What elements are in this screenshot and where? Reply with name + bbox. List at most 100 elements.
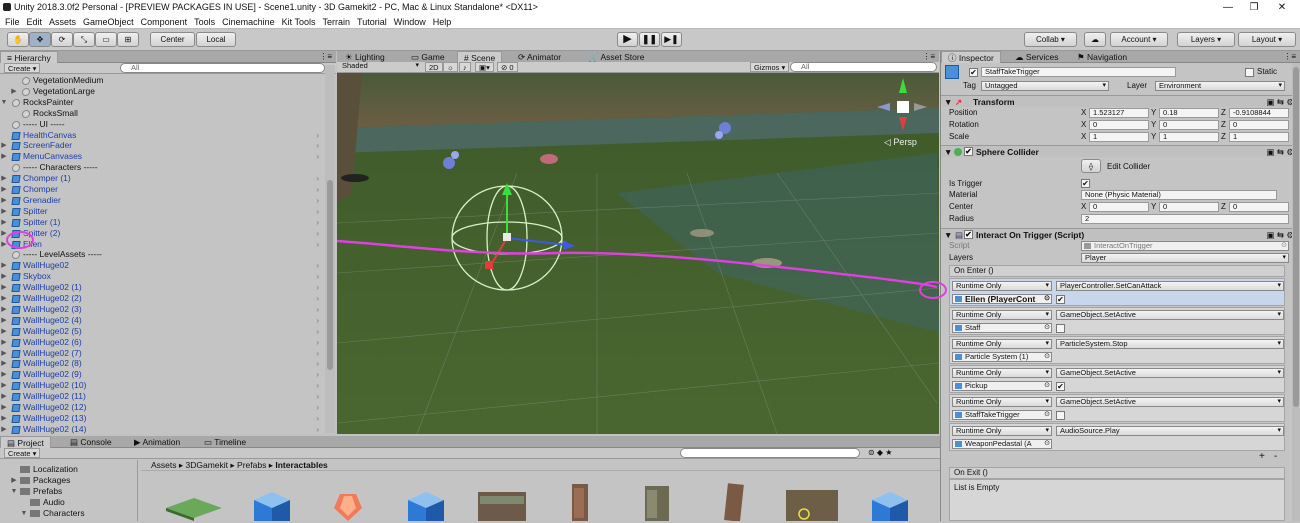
hierarchy-item[interactable]: ▶ WallHuge02 (4) › [0, 315, 325, 326]
collapsed-arrow-icon[interactable]: ▶ [0, 271, 8, 282]
open-prefab-chevron-icon[interactable]: › [316, 326, 319, 337]
collapsed-arrow-icon[interactable]: ▶ [0, 380, 8, 391]
project-folder-item[interactable]: ▼ Prefabs [0, 486, 137, 497]
open-prefab-chevron-icon[interactable]: › [316, 413, 319, 424]
interact-script-header[interactable]: ▼ ▤ ✔ Interact On Trigger (Script) ▣ ⇆ ⚙ [941, 228, 1300, 240]
asset-thumbnail[interactable] [702, 478, 766, 522]
is-trigger-checkbox[interactable]: ✔ [1081, 179, 1090, 188]
gizmos-dropdown[interactable]: Gizmos ▾ [750, 62, 790, 72]
sphere-collider-enabled-checkbox[interactable]: ✔ [964, 147, 973, 156]
open-prefab-chevron-icon[interactable]: › [316, 140, 319, 151]
2d-toggle[interactable]: 2D [425, 62, 443, 72]
function-dropdown[interactable]: AudioSource.Play [1056, 426, 1284, 436]
remove-event-button[interactable]: - [1274, 451, 1277, 462]
runtime-mode-dropdown[interactable]: Runtime Only [952, 339, 1052, 349]
object-picker-icon[interactable]: ⊙ [1044, 324, 1050, 332]
hierarchy-item[interactable]: ▶ WallHuge02 (11) › [0, 391, 325, 402]
layers-mask-dropdown[interactable]: Player [1081, 253, 1289, 263]
rect-tool-button[interactable]: ▭ [95, 32, 117, 47]
scale-tool-button[interactable]: ⤡ [73, 32, 95, 47]
asset-thumbnail[interactable] [548, 478, 612, 521]
static-checkbox[interactable] [1245, 68, 1254, 77]
open-prefab-chevron-icon[interactable]: › [316, 348, 319, 359]
open-prefab-chevron-icon[interactable]: › [316, 358, 319, 369]
collapsed-arrow-icon[interactable]: ▶ [0, 293, 8, 304]
play-button[interactable]: ▶ [617, 32, 638, 47]
runtime-mode-dropdown[interactable]: Runtime Only [952, 426, 1052, 436]
menu-tools[interactable]: Tools [194, 17, 215, 27]
hierarchy-item[interactable]: ▶ Grenadier › [0, 195, 325, 206]
hierarchy-item[interactable]: ▶ WallHuge02 › [0, 260, 325, 271]
hierarchy-item[interactable]: ▶ WallHuge02 (3) › [0, 304, 325, 315]
expanded-arrow-icon[interactable]: ▼ [20, 508, 28, 519]
bool-argument-checkbox[interactable] [1056, 324, 1065, 333]
target-object-field[interactable]: Particle System (1) ⊙ [952, 352, 1052, 362]
hierarchy-item[interactable]: ▶ WallHuge02 (9) › [0, 369, 325, 380]
breadcrumb-assets[interactable]: Assets [151, 460, 177, 470]
hierarchy-item[interactable]: ▶ WallHuge02 (2) › [0, 293, 325, 304]
tab-navigation[interactable]: ⚑ Navigation [1071, 51, 1133, 63]
open-prefab-chevron-icon[interactable]: › [316, 195, 319, 206]
hierarchy-item[interactable]: ▶ WallHuge02 (12) › [0, 402, 325, 413]
open-prefab-chevron-icon[interactable]: › [316, 217, 319, 228]
open-prefab-chevron-icon[interactable]: › [316, 239, 319, 250]
collapsed-arrow-icon[interactable]: ▶ [10, 86, 18, 97]
function-dropdown[interactable]: GameObject.SetActive [1056, 397, 1284, 407]
open-prefab-chevron-icon[interactable]: › [316, 271, 319, 282]
bool-argument-checkbox[interactable]: ✔ [1056, 295, 1065, 304]
hierarchy-item[interactable]: ▶ WallHuge02 (5) › [0, 326, 325, 337]
vector-field-y[interactable]: 0 [1159, 202, 1219, 212]
hierarchy-scrollbar[interactable] [325, 65, 335, 433]
material-field[interactable]: None (Physic Material) [1081, 190, 1277, 200]
hierarchy-item[interactable]: ▶ WallHuge02 (14) › [0, 424, 325, 435]
open-prefab-chevron-icon[interactable]: › [316, 228, 319, 239]
vector-field-y[interactable]: 0.18 [1159, 108, 1219, 118]
tab-animation[interactable]: ▶ Animation [128, 436, 186, 448]
create-button[interactable]: Create ▾ [4, 63, 41, 73]
collapsed-arrow-icon[interactable]: ▶ [0, 260, 8, 271]
close-button[interactable]: ✕ [1272, 0, 1292, 15]
vector-field-z[interactable]: 0 [1229, 202, 1289, 212]
hierarchy-item[interactable]: ▶ WallHuge02 (13) › [0, 413, 325, 424]
object-name-field[interactable]: StaffTakeTrigger [981, 67, 1176, 77]
open-prefab-chevron-icon[interactable]: › [316, 380, 319, 391]
collapsed-arrow-icon[interactable]: ▶ [0, 184, 8, 195]
edit-collider-button[interactable]: ⟠ [1081, 159, 1101, 173]
cloud-icon[interactable]: ☁ [1084, 32, 1106, 47]
open-prefab-chevron-icon[interactable]: › [316, 391, 319, 402]
scene-viewport[interactable]: ◁ Persp [337, 73, 939, 434]
runtime-mode-dropdown[interactable]: Runtime Only [952, 368, 1052, 378]
collapsed-arrow-icon[interactable]: ▶ [0, 358, 8, 369]
vector-field-y[interactable]: 0 [1159, 120, 1219, 130]
inspector-scrollbar[interactable] [1292, 63, 1300, 521]
active-checkbox[interactable]: ✔ [969, 68, 978, 77]
hierarchy-item[interactable]: ▶ Spitter (1) › [0, 217, 325, 228]
open-prefab-chevron-icon[interactable]: › [316, 369, 319, 380]
tab-timeline[interactable]: ▭ Timeline [198, 436, 252, 448]
menu-cinemachine[interactable]: Cinemachine [222, 17, 275, 27]
project-folder-item[interactable]: Audio [0, 497, 137, 508]
component-settings-icon[interactable]: ▣ ⇆ ⚙ [1267, 96, 1295, 108]
hierarchy-item[interactable]: ▶ WallHuge02 (1) › [0, 282, 325, 293]
pivot-center-button[interactable]: Center [150, 32, 195, 47]
hierarchy-item[interactable]: ▶ Chomper › [0, 184, 325, 195]
pause-button[interactable]: ❚❚ [639, 32, 660, 47]
vector-field-x[interactable]: 0 [1089, 120, 1149, 130]
target-object-field[interactable]: Pickup ⊙ [952, 381, 1052, 391]
menu-file[interactable]: File [5, 17, 20, 27]
open-prefab-chevron-icon[interactable]: › [316, 282, 319, 293]
open-prefab-chevron-icon[interactable]: › [316, 130, 319, 141]
hierarchy-item[interactable]: RocksSmall [0, 108, 325, 119]
component-settings-icon[interactable]: ▣ ⇆ ⚙ [1267, 229, 1295, 241]
collapsed-arrow-icon[interactable]: ▶ [0, 348, 8, 359]
lighting-toggle-icon[interactable]: ☼ [443, 62, 458, 72]
open-prefab-chevron-icon[interactable]: › [316, 402, 319, 413]
target-object-field[interactable]: WeaponPedastal (A ⊙ [952, 439, 1052, 449]
breadcrumb-prefabs[interactable]: Prefabs [237, 460, 266, 470]
shading-mode-dropdown[interactable]: Shaded [339, 62, 421, 72]
asset-thumbnail[interactable] [240, 478, 304, 521]
tab-services[interactable]: ☁ Services [1009, 51, 1064, 63]
open-prefab-chevron-icon[interactable]: › [316, 184, 319, 195]
scrollbar-thumb[interactable] [327, 180, 333, 370]
filter-icons[interactable]: ⊜ ◆ ★ [868, 448, 892, 457]
